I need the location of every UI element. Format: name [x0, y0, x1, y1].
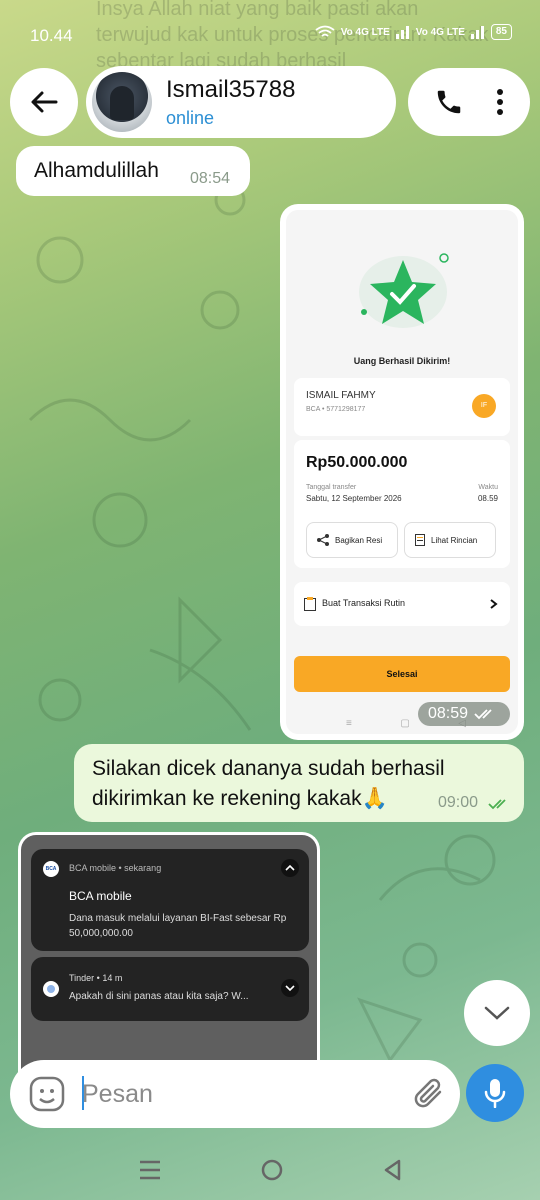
chevron-up-icon	[281, 859, 299, 877]
clipboard-icon	[304, 597, 316, 611]
routine-transaction-row: Buat Transaksi Rutin	[294, 582, 510, 626]
receipt-screenshot: Uang Berhasil Dikirim! ISMAIL FAHMY BCA …	[286, 210, 518, 734]
share-icon	[317, 534, 329, 546]
receipt-title: Uang Berhasil Dikirim!	[353, 356, 451, 366]
share-receipt-button: Bagikan Resi	[306, 522, 398, 558]
tinder-app-icon	[43, 981, 59, 997]
chevron-down-icon	[484, 1006, 510, 1020]
recipient-account: BCA • 5771298177	[306, 406, 366, 413]
date-value: Sabtu, 12 September 2026	[306, 494, 402, 503]
date-label: Tanggal transfer	[306, 484, 357, 491]
system-navigation-bar	[0, 1140, 540, 1200]
message-bubble-incoming[interactable]: Alhamdulillah 08:54	[16, 146, 250, 196]
chevron-down-icon	[281, 979, 299, 997]
image-message-notifications[interactable]: BCA BCA mobile • sekarang BCA mobile Dan…	[18, 832, 320, 1072]
microphone-icon	[484, 1079, 506, 1108]
sticker-icon[interactable]	[28, 1075, 66, 1113]
battery-indicator: 85	[490, 24, 512, 40]
recent-apps-icon[interactable]	[139, 1160, 161, 1180]
routine-transaction-label: Buat Transaksi Rutin	[322, 598, 406, 608]
transfer-amount: Rp50.000.000	[306, 454, 408, 471]
attachment-icon[interactable]	[412, 1076, 448, 1112]
recipient-name: ISMAIL FAHMY	[306, 390, 376, 401]
back-button[interactable]	[10, 68, 78, 136]
more-vertical-icon[interactable]	[496, 88, 504, 116]
share-receipt-label: Bagikan Resi	[335, 535, 383, 545]
signal-2-icon	[470, 26, 484, 39]
voice-record-button[interactable]	[466, 1064, 524, 1122]
message-time: 08:59	[427, 705, 468, 722]
avatar[interactable]	[92, 72, 152, 132]
image-message-receipt[interactable]: Uang Berhasil Dikirim! ISMAIL FAHMY BCA …	[280, 204, 524, 740]
network-1-label: Vo 4G LTE	[340, 26, 390, 38]
time-value: 08.59	[477, 494, 498, 503]
bca-logo-icon: BCA	[43, 861, 59, 877]
chevron-right-icon	[490, 599, 498, 609]
signal-icon	[395, 26, 409, 39]
done-button: Selesai	[294, 656, 510, 692]
status-time: 10.44	[30, 26, 73, 45]
contact-status: online	[166, 108, 215, 128]
message-time: 08:54	[190, 170, 231, 187]
recipient-card: ISMAIL FAHMY BCA • 5771298177 IF	[294, 378, 510, 436]
phone-icon[interactable]	[434, 87, 464, 117]
status-bar: 10.44 Vo 4G LTE Vo 4G LTE 85	[0, 0, 540, 70]
message-text: Alhamdulillah	[34, 159, 159, 182]
success-star-icon	[359, 253, 449, 328]
home-icon[interactable]	[261, 1159, 283, 1181]
arrow-left-icon	[31, 91, 58, 113]
double-check-icon	[474, 709, 492, 720]
view-details-button: Lihat Rincian	[404, 522, 496, 558]
wifi-icon	[315, 25, 335, 37]
image-time-badge: 08:59	[417, 702, 510, 726]
network-2-label: Vo 4G LTE	[415, 26, 465, 38]
message-composer	[10, 1060, 460, 1128]
recipient-initials-badge: IF	[472, 394, 496, 418]
message-time: 09:00	[438, 794, 479, 811]
notification-tinder: Tinder • 14 m Apakah di sini panas atau …	[31, 957, 309, 1021]
message-input[interactable]	[82, 1074, 402, 1114]
chat-header[interactable]: Ismail35788 online	[86, 66, 396, 138]
nav-menu-glyph-icon: ≡	[346, 718, 352, 729]
scroll-to-bottom-button[interactable]	[464, 980, 530, 1046]
notification-app-label: Tinder • 14 m	[69, 973, 123, 983]
notification-app-label: BCA mobile • sekarang	[69, 863, 162, 873]
header-actions	[408, 68, 530, 136]
notification-body: Dana masuk melalui layanan BI-Fast sebes…	[69, 913, 287, 939]
notification-bca: BCA BCA mobile • sekarang BCA mobile Dan…	[31, 849, 309, 951]
notification-title: BCA mobile	[69, 889, 132, 903]
back-nav-icon[interactable]	[383, 1159, 401, 1181]
message-bubble-outgoing[interactable]: Silakan dicek dananya sudah berhasil dik…	[74, 744, 524, 822]
contact-name: Ismail35788	[166, 76, 296, 103]
double-check-icon	[488, 799, 506, 810]
time-label: Waktu	[478, 484, 498, 491]
document-icon	[415, 534, 425, 546]
status-icons: Vo 4G LTE Vo 4G LTE 85	[315, 24, 512, 40]
notification-body: Apakah di sini panas atau kita saja? W..…	[69, 991, 249, 1002]
nav-home-glyph-icon: ▢	[400, 718, 410, 729]
view-details-label: Lihat Rincian	[431, 535, 478, 545]
